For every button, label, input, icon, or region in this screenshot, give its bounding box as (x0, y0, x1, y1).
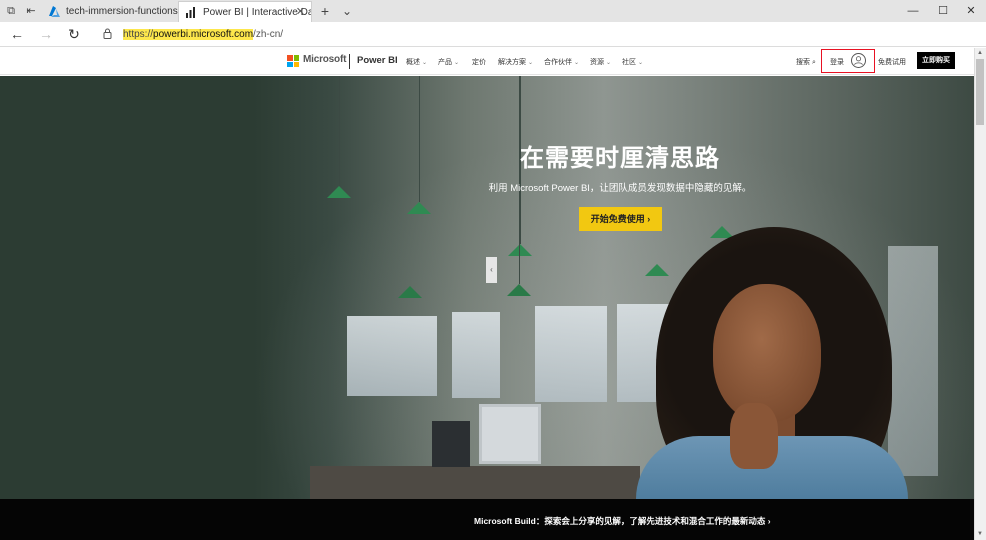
brand-divider (349, 54, 350, 69)
browser-tab-strip: ⧉ ⇤ tech-immersion-functions - Power BI … (0, 0, 986, 22)
free-trial-link[interactable]: 免费试用 (878, 57, 906, 67)
new-tab-button[interactable]: + (318, 4, 332, 18)
chevron-right-icon: › (767, 516, 771, 526)
tab-actions-icon[interactable]: ⧉ (4, 4, 18, 18)
pendant-lamp (645, 264, 669, 276)
tab-list-chevron-icon[interactable]: ⌄ (340, 4, 354, 18)
back-arrow-icon[interactable]: ← (7, 25, 27, 44)
refresh-icon[interactable]: ↻ (64, 25, 84, 44)
nav-item-products[interactable]: 产品 ⌄ (438, 57, 459, 67)
vertical-tabs-icon[interactable]: ⇤ (24, 4, 38, 18)
chevron-down-icon: ⌄ (638, 60, 644, 66)
office-window (535, 306, 607, 402)
microsoft-logo-icon[interactable] (287, 55, 299, 67)
scrollbar-thumb[interactable] (976, 59, 984, 125)
scroll-up-arrow-icon[interactable]: ▲ (975, 49, 985, 58)
hero-subtitle: 利用 Microsoft Power BI，让团队成员发现数据中隐藏的见解。 (488, 183, 752, 194)
office-window (888, 246, 938, 476)
chevron-down-icon: ⌄ (574, 60, 580, 66)
office-window (347, 316, 437, 396)
microsoft-brand[interactable]: Microsoft (303, 54, 346, 65)
office-monitor (479, 404, 541, 464)
tab-tech-immersion[interactable]: tech-immersion-functions - (42, 1, 178, 22)
carousel-handle-chevron-icon[interactable]: ‹ (486, 257, 497, 283)
url-field[interactable]: https://powerbi.microsoft.com/zh-cn/ (123, 28, 283, 42)
pendant-lamp (507, 284, 531, 296)
close-window-button[interactable]: ✕ (956, 0, 986, 22)
signin-link[interactable]: 登录 (830, 57, 844, 67)
chevron-down-icon: ⌄ (606, 60, 612, 66)
hero-title: 在需要时厘清思路 (520, 145, 720, 172)
search-button[interactable]: 搜索 ⌕ (796, 57, 816, 67)
chevron-down-icon: ⌄ (422, 60, 428, 66)
nav-item-pricing[interactable]: 定价 (472, 57, 486, 67)
nav-item-community[interactable]: 社区 ⌄ (622, 57, 643, 67)
url-host: powerbi.microsoft.com (153, 29, 254, 40)
tab-power-bi[interactable]: Power BI | Interactive Da ✕ (178, 1, 312, 22)
start-free-button[interactable]: 开始免费使用 › (579, 207, 662, 231)
pendant-lamp (407, 202, 431, 214)
nav-item-solutions[interactable]: 解决方案 ⌄ (498, 57, 533, 67)
url-scheme: https:// (123, 29, 154, 40)
office-window (452, 312, 500, 398)
forward-arrow-icon[interactable]: → (36, 25, 56, 44)
minimize-button[interactable]: — (898, 0, 928, 22)
lock-icon[interactable] (103, 28, 112, 39)
power-bi-brand[interactable]: Power BI (357, 55, 398, 66)
tab-title: tech-immersion-functions - (66, 6, 178, 17)
woman-hand (730, 403, 778, 469)
user-avatar-icon[interactable] (851, 53, 866, 68)
nav-item-overview[interactable]: 概述 ⌄ (406, 57, 427, 67)
office-monitor (432, 421, 470, 467)
address-bar: ← → ↻ https://powerbi.microsoft.com/zh-c… (0, 22, 986, 47)
pendant-lamp (398, 286, 422, 298)
nav-item-partners[interactable]: 合作伙伴 ⌄ (544, 57, 579, 67)
office-desk (310, 466, 640, 499)
woman-face (713, 284, 821, 422)
banner-link[interactable]: Microsoft Build：探索会上分享的见解，了解先进技术和混合工作的最新… (474, 515, 771, 527)
chevron-down-icon: ⌄ (528, 60, 534, 66)
close-tab-icon[interactable]: ✕ (296, 2, 305, 22)
url-path: /zh-cn/ (253, 29, 284, 40)
maximize-button[interactable]: ☐ (928, 0, 958, 22)
chevron-down-icon: ⌄ (454, 60, 460, 66)
nav-item-resources[interactable]: 资源 ⌄ (590, 57, 611, 67)
chevron-right-icon: › (647, 214, 651, 224)
buy-now-button[interactable]: 立即购买 (917, 52, 955, 69)
powerbi-bars-icon (186, 7, 195, 18)
scroll-down-arrow-icon[interactable]: ▼ (975, 530, 985, 539)
pendant-lamp (508, 244, 532, 256)
azure-icon (49, 6, 60, 17)
search-icon: ⌕ (811, 59, 816, 66)
